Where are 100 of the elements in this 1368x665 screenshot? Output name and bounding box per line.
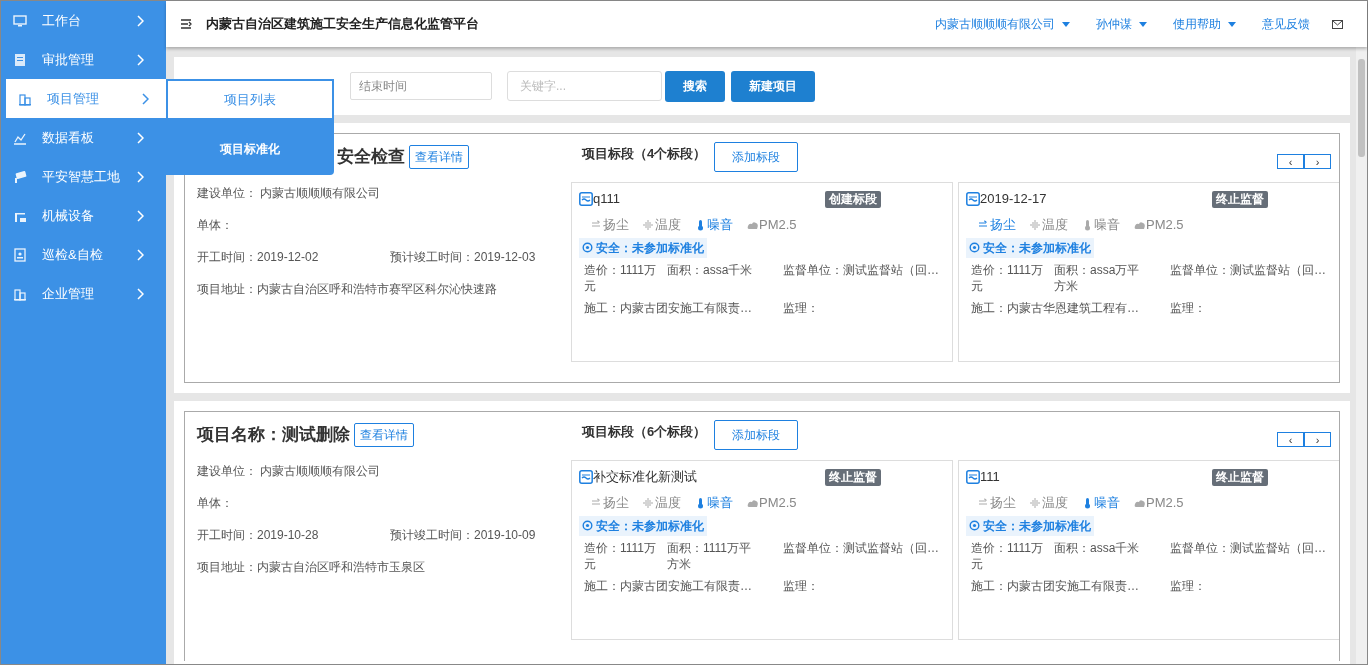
supervisor-text: 监督单位：测试监督站（回… [783, 540, 940, 557]
project-title: 项目名称：测试删除 [197, 424, 350, 446]
status-badge: 终止监督 [1212, 468, 1268, 486]
segment-name: 2019-12-17 [980, 190, 1048, 209]
view-details-button[interactable]: 查看详情 [354, 422, 414, 447]
safety-tag: 安全：未参加标准化 [579, 237, 707, 258]
gear-icon [969, 242, 980, 253]
sidebar-item[interactable]: 工作台 [1, 1, 166, 40]
segments-heading: 项目标段（6个标段） [582, 423, 707, 441]
end-date-text: 预计竣工时间：2019-12-03 [390, 248, 536, 266]
start-date-text: 开工时间：2019-12-02 [197, 248, 320, 266]
menu-icon [180, 18, 192, 30]
supervision-text: 监理： [783, 578, 820, 594]
sensor-label: PM2.5 [1134, 215, 1184, 235]
segment-name: 111 [980, 468, 1001, 487]
gear-icon [582, 242, 593, 253]
area-text: 面积：assa千米 [1054, 540, 1141, 557]
monitor-icon [13, 13, 27, 28]
next-button[interactable]: › [1304, 432, 1331, 447]
construction-text: 施工：内蒙古团安施工有限责… [584, 578, 753, 594]
supervisor-text: 监督单位：测试监督站（回… [1170, 540, 1327, 557]
area-text: 面积：1111万平方米 [667, 540, 753, 572]
address-text: 项目地址：内蒙古自治区呼和浩特市赛罕区科尔沁快速路 [197, 280, 498, 298]
supervisor-text: 监督单位：测试监督站（回… [1170, 262, 1327, 279]
sensor-label: 温度 [1030, 493, 1068, 513]
caret-down-icon [1228, 21, 1236, 27]
clipboard-icon [13, 247, 27, 262]
sensor-label: 噪音 [695, 215, 733, 235]
header-menu[interactable]: 内蒙古顺顺顺有限公司 [935, 15, 1070, 33]
builder-text: 建设单位： 内蒙古顺顺顺有限公司 [197, 184, 382, 202]
add-segment-button[interactable]: 添加标段 [714, 420, 799, 450]
sensor-label: 扬尘 [978, 493, 1016, 513]
sensor-label: 噪音 [695, 493, 733, 513]
cost-text: 造价：1111万元 [584, 262, 658, 294]
page-title: 内蒙古自治区建筑施工安全生产信息化监管平台 [206, 15, 480, 34]
mail-icon [1332, 19, 1343, 29]
construction-text: 施工：内蒙古团安施工有限责… [584, 300, 753, 316]
sensor-label: 噪音 [1082, 493, 1120, 513]
address-text: 项目地址：内蒙古自治区呼和浩特市玉泉区 [197, 558, 426, 576]
sensor-label: 扬尘 [591, 215, 629, 235]
sensor-label: PM2.5 [1134, 493, 1184, 513]
chevron-right-icon [136, 287, 144, 300]
cost-text: 造价：1111万元 [971, 540, 1045, 572]
keyword-field[interactable]: 关键字... [507, 71, 662, 101]
segment-icon [966, 470, 980, 484]
search-button[interactable]: 搜索 [665, 70, 725, 102]
previous-button[interactable]: ‹ [1277, 432, 1304, 447]
building-icon [13, 286, 27, 301]
chevron-right-icon [141, 92, 149, 105]
sensor-label: PM2.5 [747, 215, 797, 235]
gear-icon [969, 520, 980, 531]
gear-icon [582, 520, 593, 531]
sidebar-item[interactable]: 企业管理 [1, 274, 166, 313]
sensor-label: 温度 [643, 215, 681, 235]
end-time-field[interactable]: 结束时间 [350, 72, 492, 100]
segment-icon [579, 192, 593, 206]
status-badge: 创建标段 [825, 190, 881, 208]
submenu-item[interactable]: 项目标准化 [166, 128, 334, 169]
start-date-text: 开工时间：2019-10-28 [197, 526, 320, 544]
next-button[interactable]: › [1304, 154, 1331, 169]
construction-text: 施工：内蒙古团安施工有限责… [971, 578, 1140, 594]
header-menu[interactable]: 意见反馈 [1262, 15, 1310, 33]
sensor-label: PM2.5 [747, 493, 797, 513]
segments-heading: 项目标段（4个标段） [582, 145, 707, 163]
area-text: 面积：assa千米 [667, 262, 754, 279]
sidebar-item[interactable]: 平安智慧工地 [1, 157, 166, 196]
safety-tag: 安全：未参加标准化 [579, 515, 707, 536]
new-project-button[interactable]: 新建项目 [731, 70, 815, 102]
chevron-right-icon [136, 248, 144, 261]
view-details-button[interactable]: 查看详情 [409, 144, 469, 169]
document-icon [13, 52, 27, 67]
sensor-label: 噪音 [1082, 215, 1120, 235]
add-segment-button[interactable]: 添加标段 [714, 142, 799, 172]
sidebar-item[interactable]: 巡检&自检 [1, 235, 166, 274]
cost-text: 造价：1111万元 [584, 540, 658, 572]
sidebar-item[interactable]: 机械设备 [1, 196, 166, 235]
sidebar-item[interactable]: 审批管理 [1, 40, 166, 79]
chevron-right-icon [136, 170, 144, 183]
scrollbar-thumb[interactable] [1358, 59, 1365, 157]
supervision-text: 监理： [783, 300, 820, 316]
header-menu[interactable]: 使用帮助 [1173, 15, 1236, 33]
header-menu[interactable]: 孙仲谋 [1096, 15, 1147, 33]
chevron-right-icon [136, 53, 144, 66]
project-title: 安全检查 [337, 146, 405, 168]
sidebar-item[interactable]: 数据看板 [1, 118, 166, 157]
segment-name: 补交标准化新测试 [593, 468, 698, 487]
caret-down-icon [1062, 21, 1070, 27]
sensor-label: 扬尘 [978, 215, 1016, 235]
unit-text: 单体： [197, 494, 234, 512]
cost-text: 造价：1111万元 [971, 262, 1045, 294]
submenu-item[interactable]: 项目列表 [166, 79, 334, 120]
safety-tag: 安全：未参加标准化 [966, 237, 1094, 258]
safety-tag: 安全：未参加标准化 [966, 515, 1094, 536]
sensor-label: 温度 [1030, 215, 1068, 235]
supervision-text: 监理： [1170, 578, 1207, 594]
segment-name: q111 [593, 190, 621, 209]
end-date-text: 预计竣工时间：2019-10-09 [390, 526, 536, 544]
previous-button[interactable]: ‹ [1277, 154, 1304, 169]
camera-icon [13, 169, 27, 184]
sensor-label: 温度 [643, 493, 681, 513]
